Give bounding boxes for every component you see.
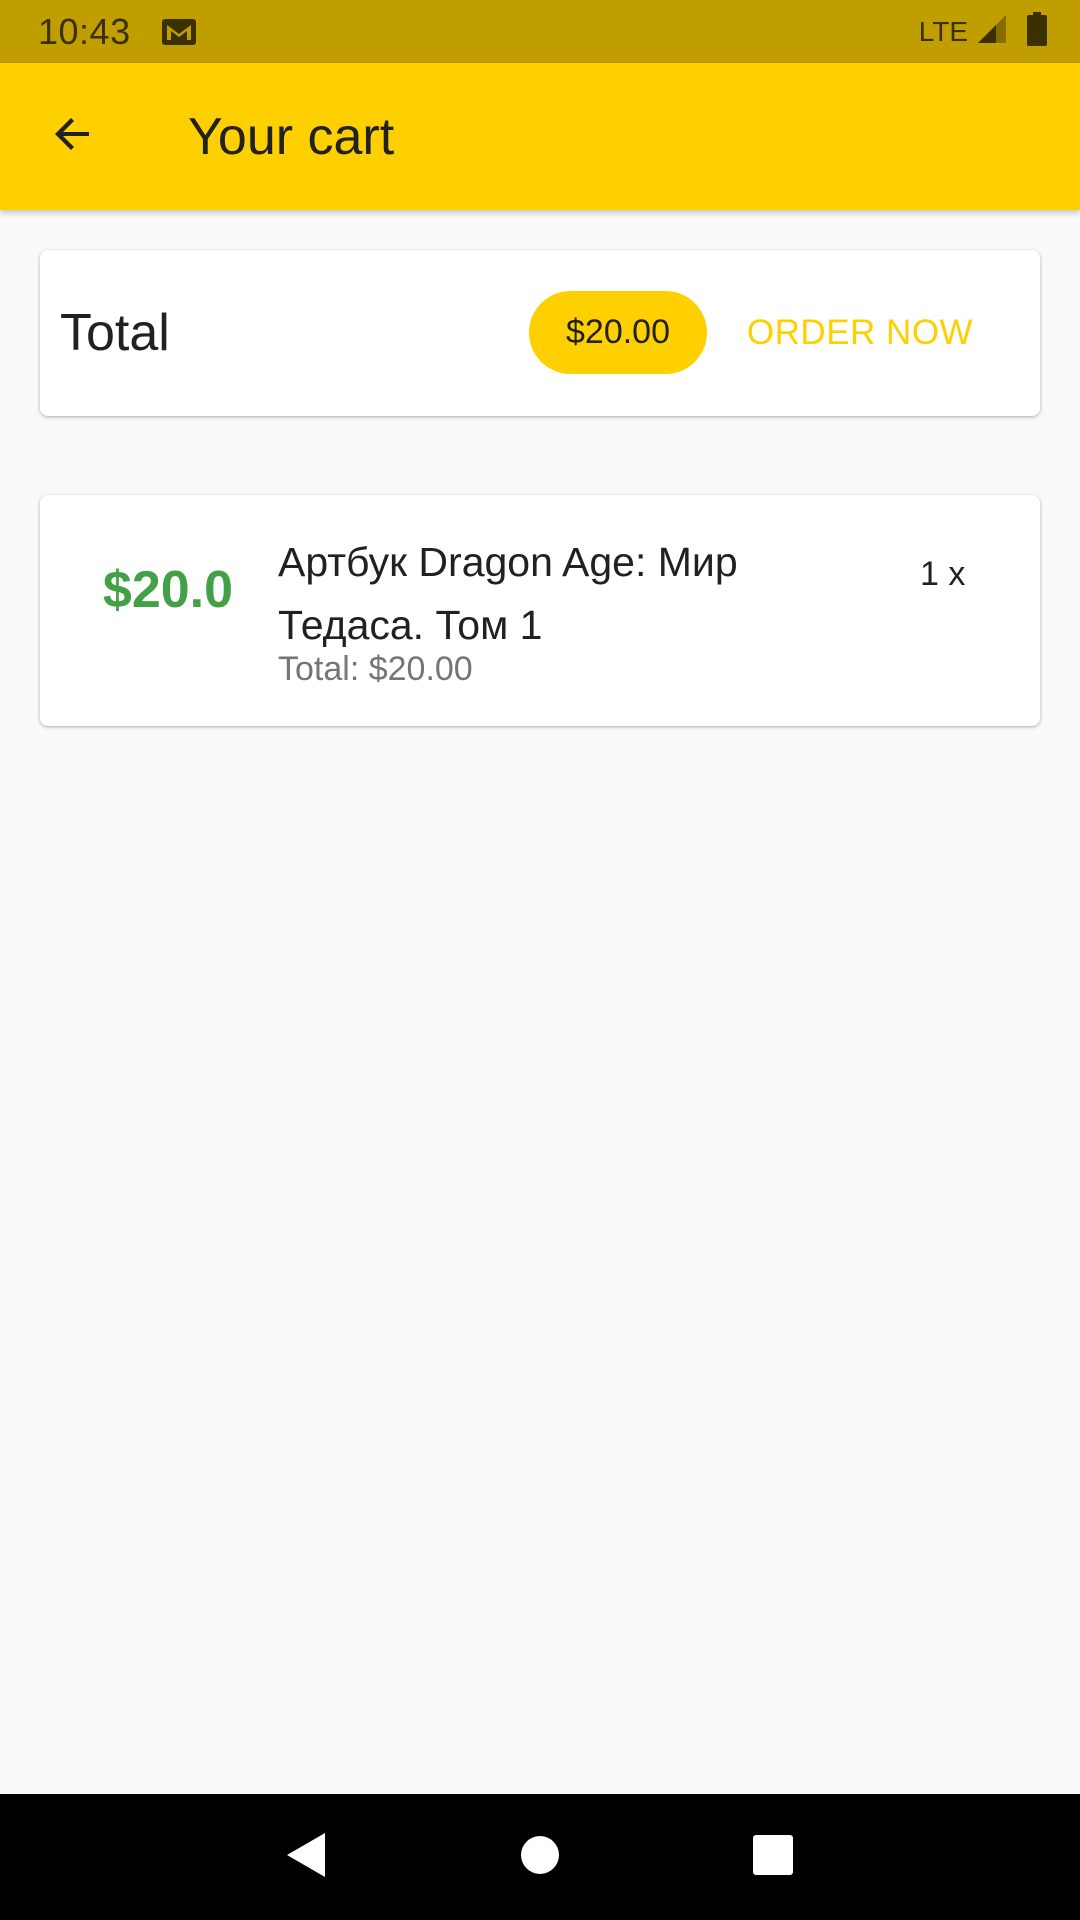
item-quantity: 1 x [920,555,966,593]
arrow-back-icon [49,110,97,163]
item-subtotal: Total: $20.00 [278,650,473,688]
signal-icon [976,13,1008,50]
back-button[interactable] [36,100,110,174]
total-label: Total [60,304,170,362]
nav-recents-button[interactable] [733,1817,813,1897]
nav-back-button[interactable] [267,1817,347,1897]
network-type: LTE [918,15,968,47]
total-amount-chip: $20.00 [529,291,707,374]
status-indicators: LTE [919,12,1048,51]
order-now-button[interactable]: ORDER NOW [740,291,980,374]
item-price: $20.0 [102,561,234,619]
system-nav-bar [0,1794,1080,1920]
mail-icon [161,18,197,46]
back-triangle-icon [285,1831,329,1884]
cart-item[interactable]: $20.0 Артбук Dragon Age: Мир Тедаса. Том… [40,495,1040,726]
status-time: 10:43 [38,10,131,52]
status-bar: 10:43 LTE [0,0,1080,63]
battery-icon [1026,12,1048,51]
app-bar: Your cart [0,63,1080,210]
page-title: Your cart [188,107,395,166]
recents-square-icon [752,1834,794,1881]
nav-home-button[interactable] [500,1817,580,1897]
cart-total-card: Total $20.00 ORDER NOW [40,250,1040,416]
item-title: Артбук Dragon Age: Мир Тедаса. Том 1 [278,539,738,648]
home-circle-icon [519,1834,561,1881]
